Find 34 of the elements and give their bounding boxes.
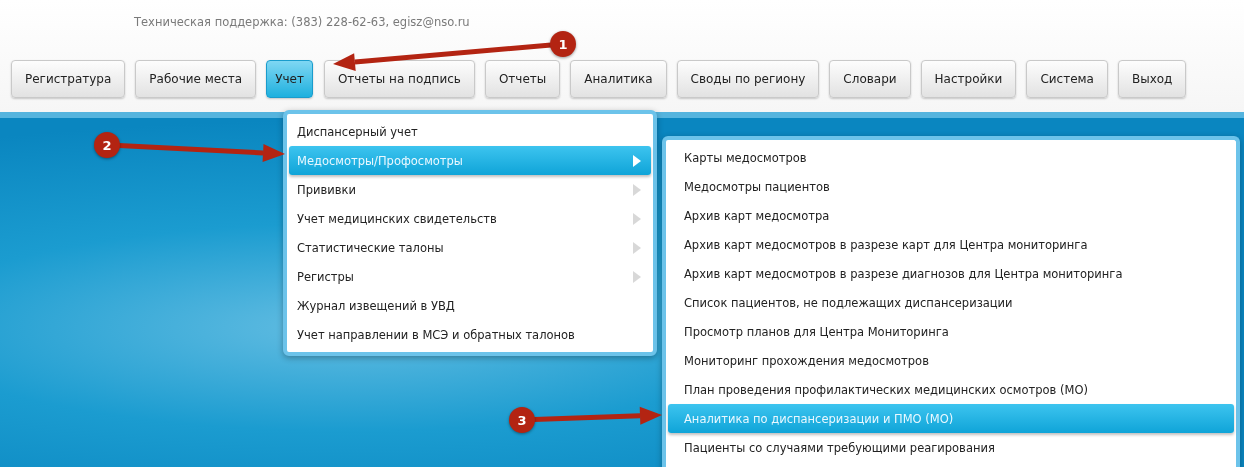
triangle-right-icon <box>633 183 641 196</box>
menu-item[interactable]: Архив карт медосмотров в разрезе карт для Центра мониторинга <box>668 230 1234 259</box>
nav-button[interactable]: Аналитика <box>570 60 667 98</box>
nav-button[interactable]: Регистратура <box>11 60 126 98</box>
menu-item[interactable]: Архив карт медосмотра <box>668 201 1234 230</box>
nav-button[interactable]: Отчеты <box>484 60 561 98</box>
menu-item[interactable]: Статистические талоны <box>289 233 651 262</box>
menu-item[interactable]: План проведения профилактических медицинских осмотров (МО) <box>668 375 1234 404</box>
menu-item[interactable]: Список пациентов, не подлежащих диспансеризации <box>668 288 1234 317</box>
menu-item[interactable]: Учет направлении в МСЭ и обратных талонов <box>289 320 651 349</box>
nav-button[interactable]: Словари <box>829 60 911 98</box>
nav-button[interactable]: Своды по региону <box>676 60 820 98</box>
menu-item[interactable]: Прививки <box>289 175 651 204</box>
nav-button[interactable]: Выход <box>1117 60 1187 98</box>
nav-button[interactable]: Рабочие места <box>135 60 257 98</box>
triangle-right-icon <box>633 241 641 254</box>
triangle-right-icon <box>633 270 641 283</box>
menu-item[interactable]: Диспансерный учет <box>289 117 651 146</box>
menu-item[interactable]: Мониторинг прохождения медосмотров <box>668 346 1234 375</box>
menu-item[interactable]: Просмотр планов для Центра Мониторинга <box>668 317 1234 346</box>
nav-button[interactable]: Настройки <box>920 60 1017 98</box>
menu-item[interactable]: Учет медицинских свидетельств <box>289 204 651 233</box>
menu-item[interactable]: Пациенты со случаями требующими реагирования <box>668 433 1234 462</box>
nav-button[interactable]: Учет <box>266 60 313 98</box>
menu-item[interactable]: Архив карт медосмотров в разрезе диагнозов для Центра мониторинга <box>668 259 1234 288</box>
triangle-right-icon <box>633 154 641 167</box>
menu-item[interactable]: Карты медосмотров <box>668 143 1234 172</box>
nav-button[interactable]: Отчеты на подпись <box>323 60 475 98</box>
menu-item[interactable]: Медосмотры пациентов <box>668 172 1234 201</box>
nav-button[interactable]: Система <box>1026 60 1108 98</box>
menu-item[interactable]: Журнал извещений в УВД <box>289 291 651 320</box>
support-contact-text: Техническая поддержка: (383) 228-62-63, egisz@nso.ru <box>134 15 470 29</box>
menu-item[interactable]: Регистры <box>289 262 651 291</box>
triangle-right-icon <box>633 212 641 225</box>
